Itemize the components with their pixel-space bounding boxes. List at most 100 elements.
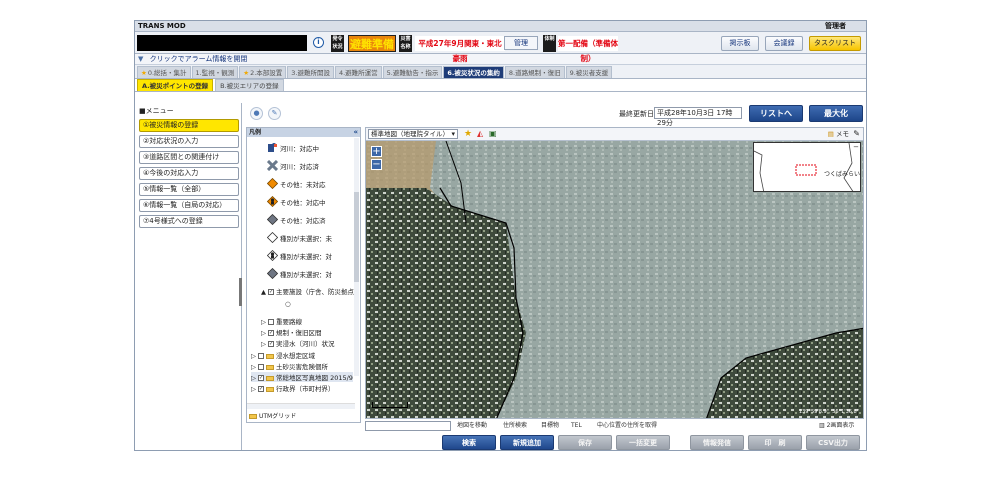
menu-item-register[interactable]: ①被災情報の登録 [139,119,239,132]
tab-monitoring[interactable]: 1.監視・観測 [191,66,239,78]
menu-item-list-all[interactable]: ⑤情報一覧（全部） [139,183,239,196]
tree-item-boundary[interactable]: ▷ ✓ 行政界（市町村界） [251,383,335,393]
publish-button[interactable]: 情報発信 [690,435,744,450]
legend-scrollbar[interactable] [354,138,359,376]
subtab-damage-point[interactable]: A.被災ポイントの登録 [137,79,214,91]
orange-diamond-icon [267,178,278,189]
menu-item-list-own[interactable]: ⑥情報一覧（自局の対応） [139,199,239,212]
gray-diamond-icon [267,214,278,225]
disaster-name: 平成27年9月関東・東北豪雨 [415,36,505,63]
pencil-icon[interactable]: ✎ [853,129,860,138]
legend-label: 種別が未選択：対 [280,271,332,279]
tree-item-flood-zone[interactable]: ▷ 浸水想定区域 [251,350,315,360]
pencil-icon[interactable]: ✎ [268,107,281,120]
print-area-icon[interactable]: ▣ [489,129,497,138]
alarm-toggle[interactable]: ▼ クリックでアラーム情報を開閉 [135,54,866,65]
app-window: TRANS MOD 管理者 i 発令状況 避難準備 災害名称 平成27年9月関東… [134,20,867,451]
status-bar: i 発令状況 避難準備 災害名称 平成27年9月関東・東北豪雨 管理 体制 第一… [135,32,866,63]
maximize-button[interactable]: 最大化 [809,105,863,122]
tree-item-landslide[interactable]: ▷ 土砂災害危険個所 [251,361,328,371]
map-type-select[interactable]: 標準地図（地理院タイル） [368,129,458,139]
legend-label: その他：未対応 [280,181,326,189]
folder-icon [266,375,274,381]
info-icon[interactable]: ● [250,107,263,120]
star-icon[interactable]: ★ [464,129,472,139]
add-new-button[interactable]: 新規追加 [500,435,554,450]
checkbox[interactable]: ✓ [268,330,274,336]
checkbox[interactable]: ✓ [258,375,264,381]
tab-victim-support[interactable]: 9.被災者支援 [565,66,613,78]
address-search-link[interactable]: 住所検索 [503,420,527,431]
task-list-button[interactable]: タスクリスト [809,36,861,51]
splitter-handle[interactable] [239,278,242,306]
legend-hscrollbar[interactable] [247,403,355,409]
scale-bar [372,402,408,408]
menu-item-status[interactable]: ②対応状況の入力 [139,135,239,148]
zoom-out-button[interactable]: − [371,159,382,170]
subtab-damage-area[interactable]: B.被災エリアの登録 [215,79,284,91]
legend-label: その他：対応済 [280,217,326,225]
tel-link[interactable]: TEL [571,420,582,431]
legend-label: その他：対応中 [280,199,326,207]
main-tabs: 0.総括・集計 1.監視・観測 2.本部設置 3.避難所開設 4.避難所運営 5… [135,65,866,79]
menu-item-future[interactable]: ④今後の対応入力 [139,167,239,180]
print-button[interactable]: 印 刷 [748,435,802,450]
collapse-icon[interactable]: « [353,128,358,137]
menu-item-road-link[interactable]: ③道路区間との関連付け [139,151,239,164]
legend-title: 凡例 [249,129,262,136]
alert-level-badge: 避難準備 [348,35,396,52]
bulk-change-button[interactable]: 一括変更 [616,435,670,450]
checkbox[interactable]: ✓ [268,341,274,347]
tree-item-regulation[interactable]: ▷ ✓ 規制・復旧区間 [261,327,322,337]
system-label: 体制 [543,35,556,52]
overview-map[interactable]: つくばみらい − [753,142,861,192]
zoom-in-button[interactable]: + [371,146,382,157]
grid-icon [249,414,257,419]
overview-boundaries [754,143,854,191]
tree-item-flooding[interactable]: ▷ ✓ 実浸水（河川）状況 [261,338,335,348]
to-list-button[interactable]: リストへ [749,105,803,122]
address-input[interactable] [365,421,451,431]
checkbox[interactable] [258,353,264,359]
tab-evacuation[interactable]: 5.避難勧告・指示 [382,66,443,78]
tab-hq-setup[interactable]: 2.本部設置 [239,66,287,78]
minimize-icon[interactable]: − [853,143,859,151]
utm-grid-toggle[interactable]: UTMグリッド [249,411,296,420]
move-map-link[interactable]: 地図を移動 [457,420,487,431]
bulletin-board-button[interactable]: 掲示板 [721,36,759,51]
checkbox[interactable] [268,319,274,325]
update-label: 最終更新日 [619,110,654,118]
system-level: 第一配備（準備体制） [558,36,618,63]
announce-label: 発令状況 [331,35,344,52]
tab-summary[interactable]: 0.総括・集計 [137,66,191,78]
checkbox[interactable]: ✓ [258,386,264,392]
tree-item-facilities[interactable]: ▲ ✓ 主要施設（庁舎、防災拠点 [261,286,354,296]
center-address-link[interactable]: 中心位置の住所を取得 [597,420,657,431]
checkbox[interactable] [258,364,264,370]
ruler-icon[interactable]: ◭ [477,129,483,138]
legend-label: 河川：対応中 [280,145,319,153]
memo-button[interactable]: ▤ メモ [828,129,849,139]
csv-export-button[interactable]: CSV出力 [806,435,860,450]
sub-tabs: A.被災ポイントの登録 B.被災エリアの登録 [135,79,866,92]
manage-button[interactable]: 管理 [504,36,538,50]
alarm-label: クリックでアラーム情報を開閉 [149,55,248,63]
info-icon[interactable]: i [313,37,324,48]
orange-diamond-person-icon [267,196,278,207]
person-flag-icon [268,143,277,152]
search-button[interactable]: 検索 [442,435,496,450]
meeting-log-button[interactable]: 会議録 [765,36,803,51]
tree-item-key-roads[interactable]: ▷ 重要路線 [261,316,302,326]
checkbox[interactable]: ✓ [268,289,274,295]
map-view[interactable]: 標準地図（地理院タイル） ★ ◭ ▣ ▤ メモ ✎ + − つくばみらい − 1… [365,127,864,419]
tab-shelter-open[interactable]: 3.避難所開設 [287,66,334,78]
landmark-link[interactable]: 目標物 [541,420,559,431]
save-button[interactable]: 保存 [558,435,612,450]
action-bar: 検索 新規追加 保存 一括変更 情報発信 印 刷 CSV出力 [244,434,866,450]
tree-item-photo-map[interactable]: ▷ ✓ 常総地区写真地図 2015/9 [251,372,353,382]
menu-item-form4[interactable]: ⑦4号様式への登録 [139,215,239,228]
tab-damage-summary[interactable]: 6.被災状況の集約 [443,66,504,78]
split-screen-toggle[interactable]: ▥ 2画面表示 [819,420,854,431]
tab-road-control[interactable]: 8.道路規制・復旧 [504,66,565,78]
tab-shelter-ops[interactable]: 4.避難所運営 [334,66,382,78]
